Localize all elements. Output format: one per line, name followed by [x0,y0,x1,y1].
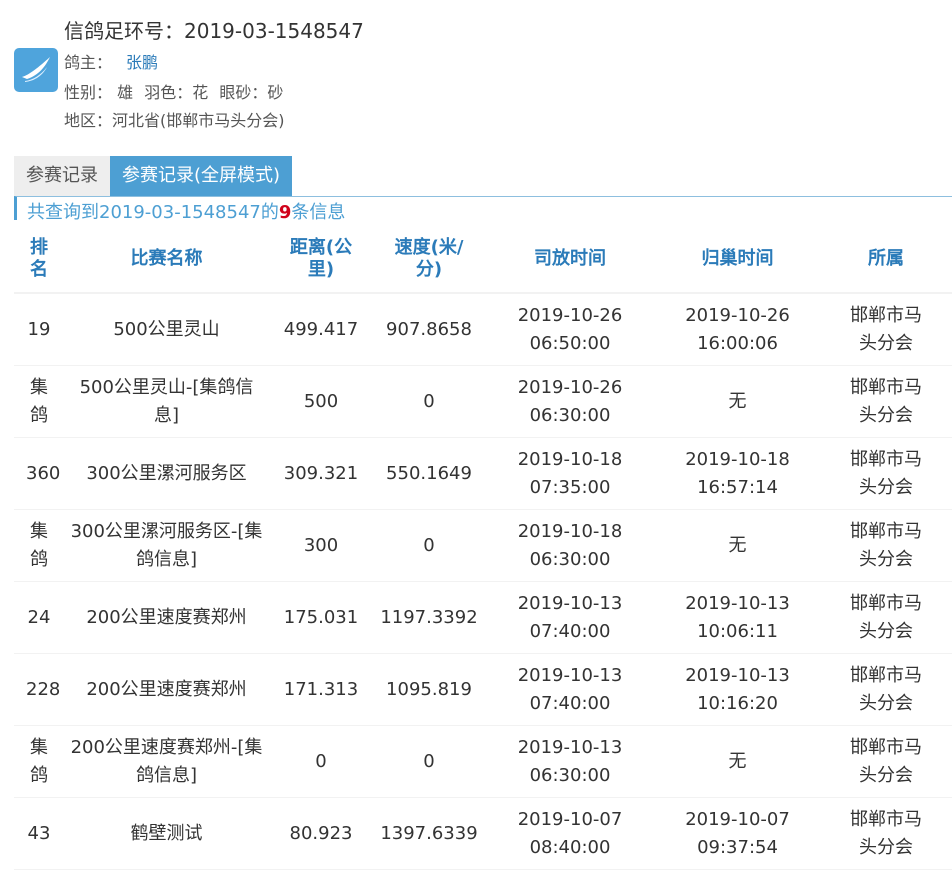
table-row[interactable]: 228 200公里速度赛郑州 171.313 1095.819 2019-10-13 0… [14,654,952,726]
distance-cell: 171.313 [269,654,373,726]
club-cell: 邯郸市马头分会 [820,366,952,438]
header-race-name[interactable]: 比赛名称 [64,226,269,294]
header-club[interactable]: 所属 [820,226,952,294]
arrival-time-cell: 2019-10-07 09:37:54 [655,798,820,870]
region-row: 地区：河北省(邯郸市马头分会) [64,107,285,131]
race-name-cell[interactable]: 500公里灵山-[集鸽信息] [64,366,269,438]
distance-cell: 499.417 [269,294,373,366]
release-time-cell: 2019-10-18 06:30:00 [485,510,655,582]
speed-cell: 1095.819 [373,654,485,726]
gender-label: 性别： [64,83,113,102]
arrival-time-cell: 无 [655,510,820,582]
distance-cell: 80.923 [269,798,373,870]
club-cell: 邯郸市马头分会 [820,654,952,726]
race-name-cell[interactable]: 200公里速度赛郑州 [64,582,269,654]
tab-records[interactable]: 参赛记录 [14,156,110,196]
arrival-time-cell: 2019-10-18 16:57:14 [655,438,820,510]
bird-icon [22,57,50,82]
rank-cell[interactable]: 24 [14,582,64,654]
distance-cell: 300 [269,510,373,582]
speed-cell: 0 [373,510,485,582]
gender-value: 雄 [117,83,134,102]
table-body: 19 500公里灵山 499.417 907.8658 2019-10-26 06:50… [14,294,952,870]
rank-cell[interactable]: 360 [14,438,64,510]
summary-suffix: 条信息 [291,202,346,223]
header-arrival-time[interactable]: 归巢时间 [655,226,820,294]
club-cell: 邯郸市马头分会 [820,726,952,798]
tab-records-fullscreen[interactable]: 参赛记录(全屏模式) [110,156,293,196]
arrival-time-cell: 无 [655,726,820,798]
eye-value: 砂 [267,83,284,102]
rank-cell[interactable]: 228 [14,654,64,726]
rank-cell[interactable]: 43 [14,798,64,870]
club-cell: 邯郸市马头分会 [820,438,952,510]
rank-cell[interactable]: 集鸽 [14,726,64,798]
table-row[interactable]: 集鸽 200公里速度赛郑州-[集鸽信息] 0 0 2019-10-13 06:30:00… [14,726,952,798]
distance-cell: 500 [269,366,373,438]
summary-bar: 共查询到2019-03-1548547的9条信息 [14,196,952,223]
speed-cell: 907.8658 [373,294,485,366]
app-logo [14,48,58,92]
plumage-label: 羽色： [144,83,193,102]
plumage-value: 花 [192,83,209,102]
table-row[interactable]: 24 200公里速度赛郑州 175.031 1197.3392 2019-10-13 0… [14,582,952,654]
club-cell: 邯郸市马头分会 [820,798,952,870]
arrival-time-cell: 2019-10-13 10:06:11 [655,582,820,654]
race-name-cell[interactable]: 200公里速度赛郑州-[集鸽信息] [64,726,269,798]
tab-bar: 参赛记录 参赛记录(全屏模式) [14,156,293,196]
release-time-cell: 2019-10-26 06:30:00 [485,366,655,438]
table-row[interactable]: 19 500公里灵山 499.417 907.8658 2019-10-26 06:50… [14,294,952,366]
arrival-time-cell: 2019-10-26 16:00:06 [655,294,820,366]
race-name-cell[interactable]: 200公里速度赛郑州 [64,654,269,726]
arrival-time-cell: 无 [655,366,820,438]
result-summary: 共查询到2019-03-1548547的9条信息 [27,198,345,224]
speed-cell: 1397.6339 [373,798,485,870]
race-records-table: 排名 比赛名称 距离(公里) 速度(米/分) 司放时间 归巢时间 所属 19 50… [14,226,952,870]
rank-cell[interactable]: 集鸽 [14,366,64,438]
speed-cell: 550.1649 [373,438,485,510]
release-time-cell: 2019-10-13 06:30:00 [485,726,655,798]
release-time-cell: 2019-10-26 06:50:00 [485,294,655,366]
summary-prefix: 共查询到2019-03-1548547的 [27,202,279,223]
table-row[interactable]: 集鸽 500公里灵山-[集鸽信息] 500 0 2019-10-26 06:30:00 无… [14,366,952,438]
speed-cell: 0 [373,366,485,438]
club-cell: 邯郸市马头分会 [820,510,952,582]
region-label: 地区： [64,111,113,130]
owner-label: 鸽主： [64,53,113,72]
release-time-cell: 2019-10-07 08:40:00 [485,798,655,870]
rank-cell[interactable]: 19 [14,294,64,366]
result-count: 9 [278,202,292,223]
arrival-time-cell: 2019-10-13 10:16:20 [655,654,820,726]
race-name-cell[interactable]: 300公里漯河服务区-[集鸽信息] [64,510,269,582]
eye-label: 眼砂： [219,83,268,102]
release-time-cell: 2019-10-13 07:40:00 [485,654,655,726]
distance-cell: 175.031 [269,582,373,654]
pigeon-info: 信鸽足环号：2019-03-1548547 鸽主： 张鹏 性别： 雄 羽色：花 眼… [0,0,952,150]
attributes-row: 性别： 雄 羽色：花 眼砂：砂 [64,79,283,103]
table-row[interactable]: 43 鹤壁测试 80.923 1397.6339 2019-10-07 08:40:00… [14,798,952,870]
header-rank[interactable]: 排名 [14,226,64,294]
speed-cell: 1197.3392 [373,582,485,654]
release-time-cell: 2019-10-18 07:35:00 [485,438,655,510]
owner-row: 鸽主： 张鹏 [64,49,158,73]
header-release-time[interactable]: 司放时间 [485,226,655,294]
club-cell: 邯郸市马头分会 [820,582,952,654]
speed-cell: 0 [373,726,485,798]
header-distance[interactable]: 距离(公里) [269,226,373,294]
table-row[interactable]: 360 300公里漯河服务区 309.321 550.1649 2019-10-18 0… [14,438,952,510]
region-value: 河北省(邯郸市马头分会) [112,111,285,130]
club-cell: 邯郸市马头分会 [820,294,952,366]
ring-number-title: 信鸽足环号：2019-03-1548547 [64,19,364,43]
distance-cell: 309.321 [269,438,373,510]
race-name-cell[interactable]: 300公里漯河服务区 [64,438,269,510]
owner-link[interactable]: 张鹏 [126,53,158,72]
table-row[interactable]: 集鸽 300公里漯河服务区-[集鸽信息] 300 0 2019-10-18 06:30:… [14,510,952,582]
rank-cell[interactable]: 集鸽 [14,510,64,582]
table-header-row: 排名 比赛名称 距离(公里) 速度(米/分) 司放时间 归巢时间 所属 [14,226,952,294]
race-name-cell[interactable]: 鹤壁测试 [64,798,269,870]
race-name-cell[interactable]: 500公里灵山 [64,294,269,366]
distance-cell: 0 [269,726,373,798]
header-speed[interactable]: 速度(米/分) [373,226,485,294]
release-time-cell: 2019-10-13 07:40:00 [485,582,655,654]
